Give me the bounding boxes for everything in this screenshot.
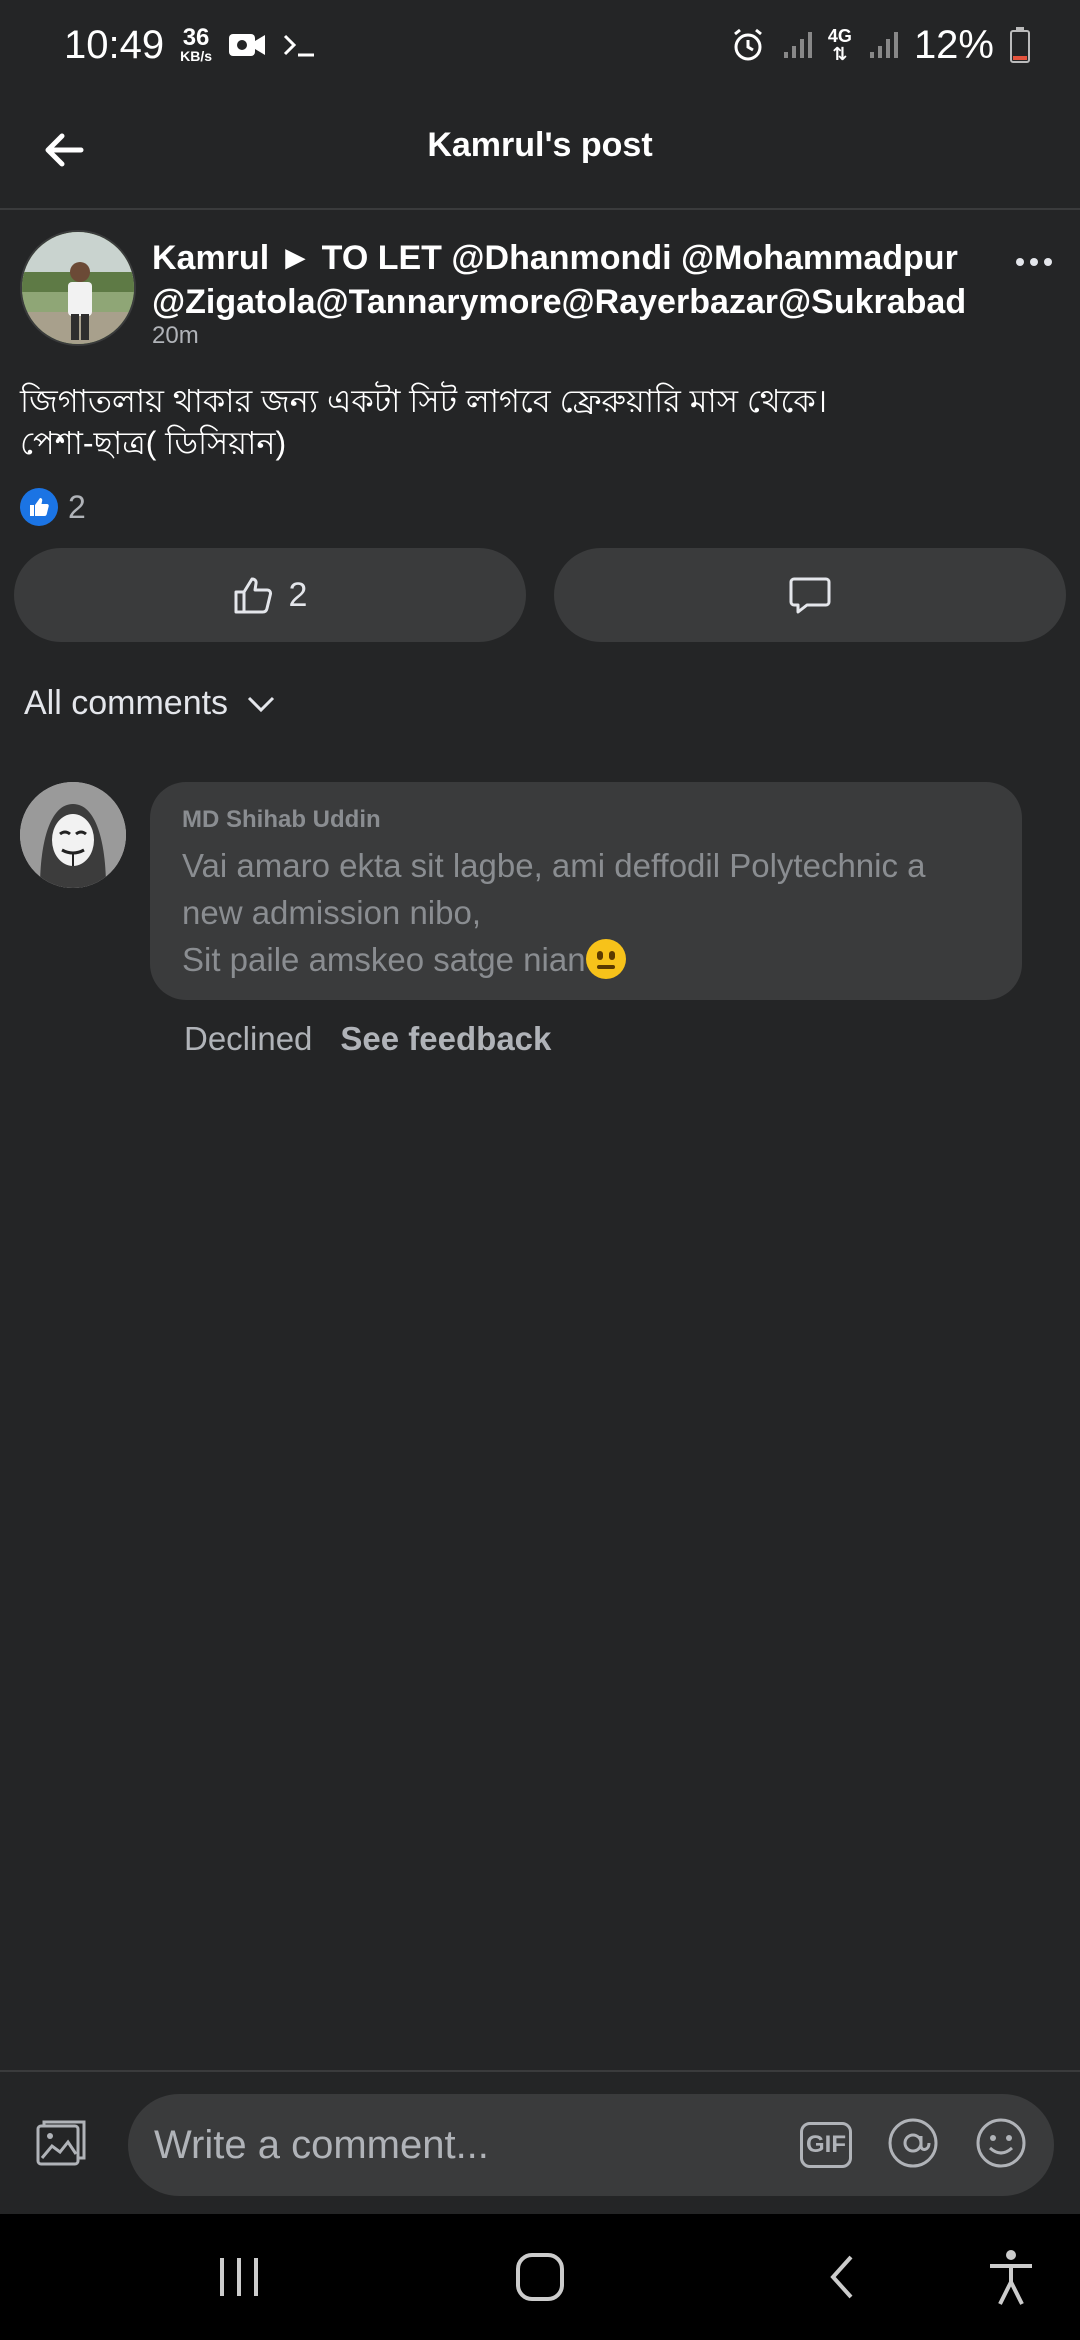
post-body: জিগাতলায় থাকার জন্য একটা সিট লাগবে ফ্রে… [20, 383, 828, 461]
comment-text: Vai amaro ekta sit lagbe, ami deffodil P… [182, 842, 990, 983]
mention-icon[interactable] [886, 2116, 940, 2175]
recent-apps-button[interactable] [206, 2244, 272, 2310]
comment-composer: GIF [0, 2070, 1080, 2212]
accessibility-icon [990, 2250, 1032, 2305]
photo-icon [36, 2120, 86, 2166]
alarm-icon [730, 27, 766, 63]
comment-input[interactable] [154, 2122, 800, 2168]
comment-icon [789, 577, 831, 614]
comment-author[interactable]: MD Shihab Uddin [182, 806, 990, 834]
home-icon [516, 2253, 564, 2301]
comments-filter-label: All comments [24, 684, 229, 722]
network-type-icon: 4G ⇅ [828, 27, 852, 63]
terminal-icon [282, 31, 316, 59]
dot-icon [1044, 258, 1052, 266]
emoji-picker-icon[interactable] [974, 2116, 1028, 2175]
commenter-avatar[interactable] [20, 782, 126, 888]
comment-input-box[interactable]: GIF [128, 2094, 1054, 2196]
post-author-line[interactable]: Kamrul ► TO LET @Dhanmondi @Mohammadpur … [152, 236, 972, 324]
chevron-down-icon [248, 696, 275, 712]
battery-icon [1010, 27, 1030, 63]
network-speed: 36 KB/s [180, 24, 213, 64]
post-actions: 2 [14, 548, 1066, 642]
thumbs-up-icon [234, 577, 272, 614]
photo-button[interactable] [30, 2114, 92, 2172]
like-reaction-icon [20, 488, 58, 526]
like-button[interactable]: 2 [14, 548, 526, 642]
signal-icon [782, 30, 812, 60]
status-right: 4G ⇅ 12% [730, 23, 1030, 68]
recent-apps-icon [220, 2258, 258, 2296]
back-chevron-icon [830, 2255, 853, 2299]
more-options-button[interactable] [1006, 242, 1062, 282]
status-bar: 10:49 36 KB/s 4G ⇅ 12% [0, 0, 1080, 90]
video-camera-icon [228, 31, 266, 59]
comment-button[interactable] [554, 548, 1066, 642]
comment-text-content: Vai amaro ekta sit lagbe, ami deffodil P… [182, 847, 926, 978]
back-nav-button[interactable] [810, 2244, 876, 2310]
author-avatar[interactable] [20, 230, 136, 346]
composer-icons: GIF [800, 2116, 1028, 2175]
signal-icon-2 [868, 30, 898, 60]
like-count: 2 [288, 575, 308, 614]
reaction-count: 2 [68, 488, 86, 525]
avatar-photo-icon [22, 232, 134, 344]
app-header: Kamrul's post [0, 90, 1080, 210]
status-left: 10:49 36 KB/s [64, 23, 316, 68]
clock: 10:49 [64, 22, 165, 67]
reaction-summary[interactable]: 2 [20, 488, 86, 526]
network-type: 4G [827, 26, 852, 46]
comment-bubble[interactable]: MD Shihab Uddin Vai amaro ekta sit lagbe… [150, 782, 1022, 1000]
post-timestamp: 20m [152, 322, 199, 349]
battery-percentage: 12% [913, 22, 994, 67]
neutral-face-emoji-icon [585, 939, 626, 979]
gif-icon[interactable]: GIF [800, 2122, 852, 2168]
see-feedback-link[interactable]: See feedback [340, 1020, 551, 1058]
speed-value: 36 [182, 24, 210, 51]
comments-filter-dropdown[interactable]: All comments [24, 684, 276, 723]
gif-label: GIF [806, 2131, 846, 2158]
home-button[interactable] [507, 2244, 573, 2310]
speed-unit: KB/s [180, 48, 213, 64]
data-arrows-icon: ⇅ [832, 44, 848, 64]
dot-icon [1016, 258, 1024, 266]
accessibility-button[interactable] [978, 2244, 1044, 2310]
comment-status: Declined [184, 1020, 313, 1057]
dot-icon [1030, 258, 1038, 266]
page-title: Kamrul's post [427, 126, 653, 164]
comment-meta: Declined See feedback [184, 1020, 551, 1058]
mask-avatar-icon [20, 782, 126, 888]
system-nav-bar [0, 2214, 1080, 2340]
